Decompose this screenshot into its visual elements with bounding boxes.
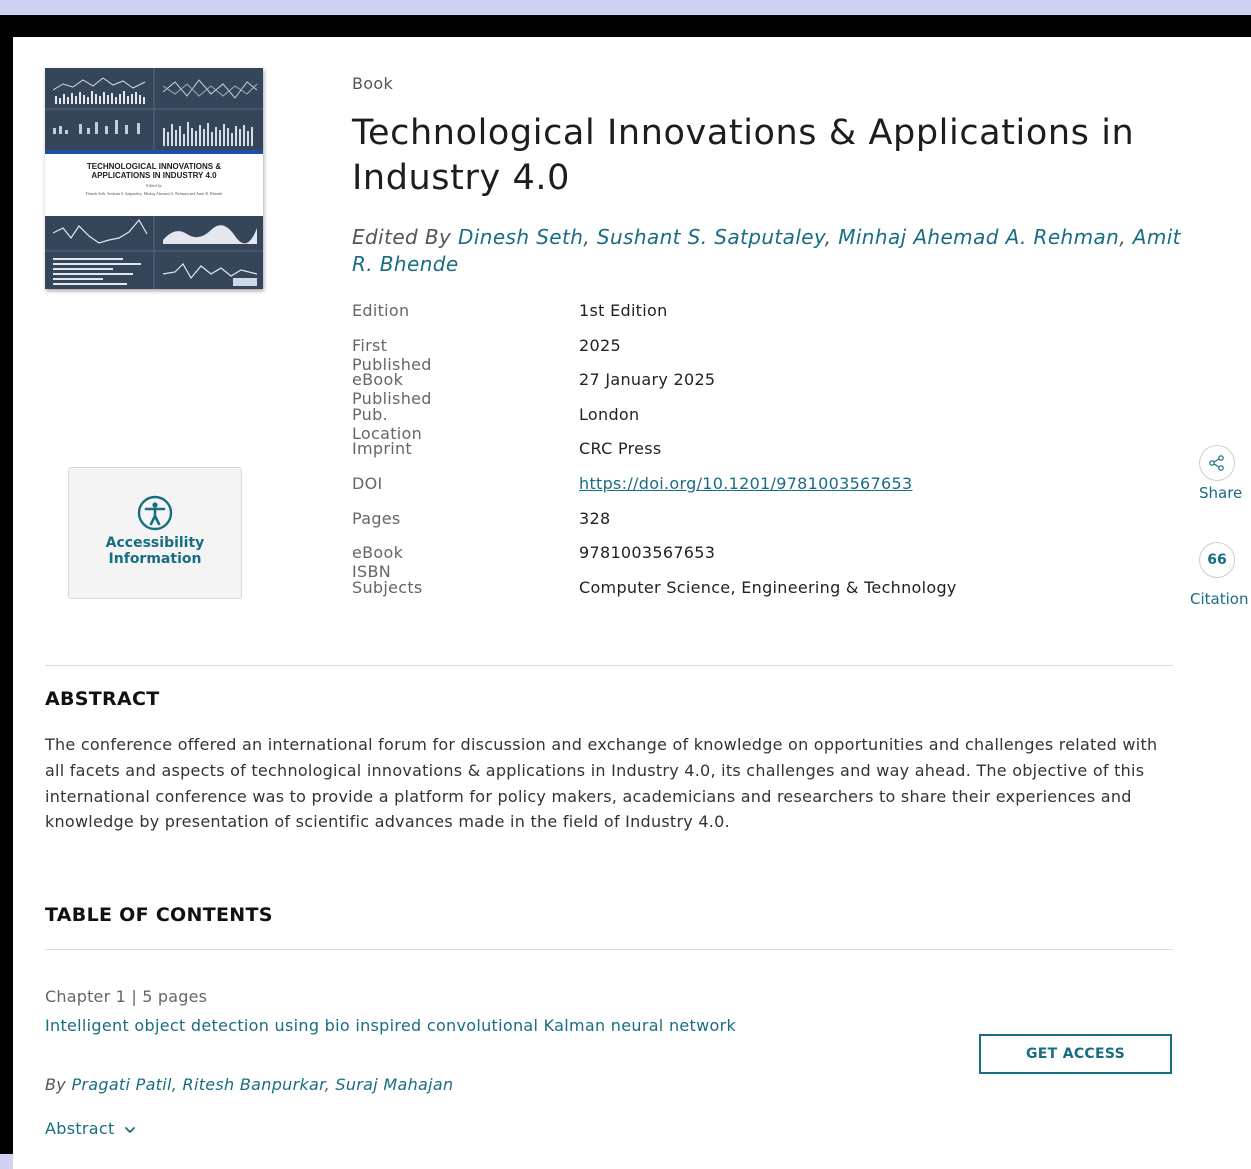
author-link[interactable]: Ritesh Banpurkar [183,1075,325,1094]
editor-link[interactable]: Minhaj Ahemad A. Rehman [838,225,1119,249]
meta-label: Edition [352,301,410,320]
book-cover: TECHNOLOGICAL INNOVATIONS & APPLICATIONS… [45,68,263,289]
citation-icon: 66 [1207,552,1227,568]
cover-title-band: TECHNOLOGICAL INNOVATIONS & APPLICATIONS… [45,150,263,216]
book-page: TECHNOLOGICAL INNOVATIONS & APPLICATIONS… [13,37,1251,1169]
citation-label[interactable]: Citation [1190,590,1248,608]
accessibility-icon [137,495,173,531]
editor-link[interactable]: Sushant S. Satputaley [597,225,825,249]
chapter-meta: Chapter 1 | 5 pages [45,987,208,1006]
chapter-abstract-toggle[interactable]: Abstract [45,1119,136,1138]
get-access-button[interactable]: GET ACCESS [979,1034,1172,1074]
meta-value: CRC Press [579,439,662,459]
toc-heading: TABLE OF CONTENTS [45,904,273,926]
share-icon [1209,455,1224,471]
chevron-down-icon [125,1126,135,1133]
meta-label: DOI [352,473,383,493]
accessibility-label: Accessibility Information [105,535,205,567]
meta-value: 9781003567653 [579,543,716,563]
share-button[interactable] [1199,445,1235,481]
meta-value: 27 January 2025 [579,370,716,390]
divider [45,949,1173,950]
chapter-authors: By Pragati Patil, Ritesh Banpurkar, Sura… [45,1075,454,1094]
chapter-title-link[interactable]: Intelligent object detection using bio i… [45,1015,835,1037]
divider [45,665,1173,666]
meta-label: Imprint [352,439,412,459]
meta-label: First Published [352,335,432,374]
book-title: Technological Innovations & Applications… [352,113,1135,198]
meta-value: 1st Edition [579,301,668,320]
doi-link[interactable]: https://doi.org/10.1201/9781003567653 [579,474,912,493]
meta-value: 2025 [579,335,621,355]
meta-label: Pages [352,508,401,528]
accessibility-information-button[interactable]: Accessibility Information [68,467,242,599]
meta-value: 328 [579,508,611,528]
abstract-toggle-label: Abstract [45,1119,115,1138]
cover-title: TECHNOLOGICAL INNOVATIONS & APPLICATIONS… [86,162,222,180]
meta-label: Subjects [352,577,423,597]
meta-label: eBook ISBN [352,543,404,582]
author-link[interactable]: Suraj Mahajan [335,1075,453,1094]
meta-value: Computer Science, Engineering & Technolo… [579,577,957,597]
meta-label: Pub. Location [352,404,423,443]
editors-line: Edited By Dinesh Seth, Sushant S. Satput… [352,225,1181,276]
abstract-text: The conference offered an international … [45,735,1158,832]
author-link[interactable]: Pragati Patil [71,1075,171,1094]
content-type: Book [352,74,394,93]
window-frame: TECHNOLOGICAL INNOVATIONS & APPLICATIONS… [0,15,1251,1169]
abstract-heading: ABSTRACT [45,688,160,710]
cover-editors: Dinesh Seth, Sushant S. Satputaley, Minh… [85,191,223,196]
meta-value: London [579,404,640,424]
edited-by-prefix: Edited By [352,225,452,249]
share-label[interactable]: Share [1199,484,1242,502]
by-prefix: By [45,1075,67,1094]
cover-edited-by: Edited by [146,183,162,188]
meta-label: eBook Published [352,370,432,409]
citation-button[interactable]: 66 [1199,542,1235,578]
editor-link[interactable]: Dinesh Seth [458,225,583,249]
